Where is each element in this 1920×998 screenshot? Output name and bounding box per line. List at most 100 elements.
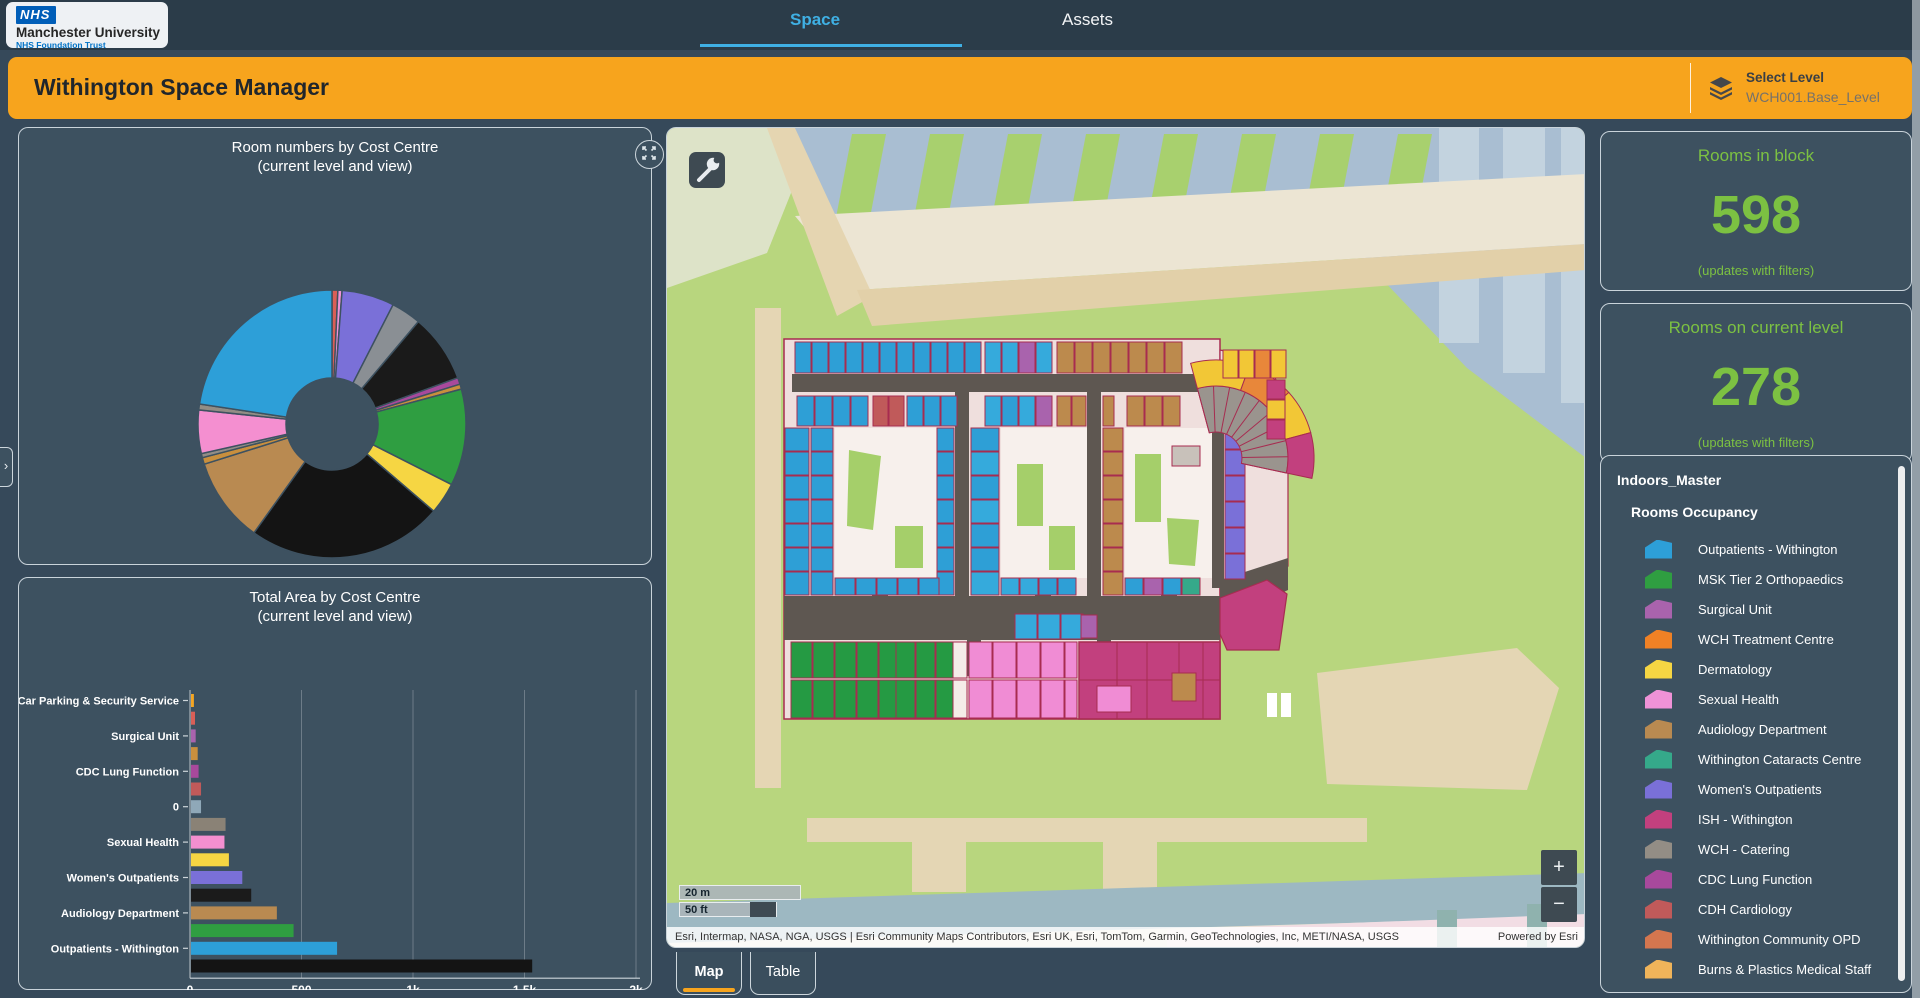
measurement-tool-button[interactable] [689, 152, 725, 188]
legend-swatch [1645, 570, 1672, 589]
legend-swatch [1645, 540, 1672, 559]
map-view[interactable]: 20 m 50 ft + − Esri, Intermap, NASA, NGA… [666, 127, 1585, 948]
legend-item[interactable]: Outpatients - Withington [1601, 534, 1891, 564]
legend-label: ISH - Withington [1698, 812, 1793, 827]
legend-label: Withington Cataracts Centre [1698, 752, 1861, 767]
map-attribution: Esri, Intermap, NASA, NGA, USGS | Esri C… [667, 927, 1585, 947]
legend-swatch [1645, 870, 1672, 889]
legend-label: Burns & Plastics Medical Staff [1698, 962, 1871, 977]
legend-label: CDC Lung Function [1698, 872, 1812, 887]
legend-label: Withington Community OPD [1698, 932, 1861, 947]
map-canvas[interactable] [667, 128, 1584, 948]
pie-chart-panel: Room numbers by Cost Centre (current lev… [18, 127, 652, 565]
svg-text:2k: 2k [629, 983, 643, 990]
divider [1690, 63, 1691, 113]
svg-text:Surgical Unit: Surgical Unit [111, 731, 179, 743]
legend-title: Indoors_Master [1617, 472, 1911, 488]
page-title: Withington Space Manager [34, 74, 329, 101]
svg-text:Audiology Department: Audiology Department [61, 908, 179, 920]
legend-items-list: Outpatients - Withington MSK Tier 2 Ortho… [1601, 534, 1891, 984]
legend-item[interactable]: Surgical Unit [1601, 594, 1891, 624]
svg-text:Women's Outpatients: Women's Outpatients [67, 873, 179, 885]
expand-panel-icon[interactable] [635, 140, 664, 169]
legend-swatch [1645, 930, 1672, 949]
attribution-text: Esri, Intermap, NASA, NGA, USGS | Esri C… [675, 927, 1399, 947]
legend-swatch [1645, 630, 1672, 649]
legend-swatch [1645, 660, 1672, 679]
legend-item[interactable]: ISH - Withington [1601, 804, 1891, 834]
nhs-trust-name: NHS Foundation Trust [16, 40, 168, 50]
pie-chart-title: Room numbers by Cost Centre [19, 138, 651, 157]
legend-item[interactable]: Women's Outpatients [1601, 774, 1891, 804]
tab-space[interactable]: Space [790, 10, 840, 30]
legend-swatch [1645, 810, 1672, 829]
map-zoom-controls: + − [1541, 850, 1577, 924]
legend-item[interactable]: CDH Cardiology [1601, 894, 1891, 924]
top-bar: NHS Manchester University NHS Foundation… [0, 0, 1920, 50]
wrench-icon [699, 157, 720, 180]
map-legend-panel: Indoors_Master Rooms Occupancy Outpatien… [1600, 455, 1912, 993]
pie-chart-subtitle: (current level and view) [19, 157, 651, 176]
legend-item[interactable]: Burns & Plastics Medical Staff [1601, 954, 1891, 984]
level-selector-label: Select Level [1746, 70, 1824, 85]
svg-text:Car Parking & Security Service: Car Parking & Security Service [19, 696, 179, 708]
legend-item[interactable]: Sexual Health [1601, 684, 1891, 714]
legend-swatch [1645, 900, 1672, 919]
legend-item[interactable]: MSK Tier 2 Orthopaedics [1601, 564, 1891, 594]
legend-item[interactable]: WCH Treatment Centre [1601, 624, 1891, 654]
legend-label: Audiology Department [1698, 722, 1827, 737]
legend-item[interactable]: Withington Cataracts Centre [1601, 744, 1891, 774]
app-banner: Withington Space Manager Select Level WC… [8, 57, 1912, 119]
legend-item[interactable]: Audiology Department [1601, 714, 1891, 744]
tab-map[interactable]: Map [676, 952, 742, 995]
legend-label: WCH Treatment Centre [1698, 632, 1834, 647]
tab-assets[interactable]: Assets [1062, 10, 1113, 30]
scale-imperial: 50 ft [685, 904, 708, 916]
legend-swatch [1645, 690, 1672, 709]
stat-title: Rooms in block [1698, 146, 1814, 166]
scale-metric: 20 m [685, 887, 710, 899]
legend-label: Outpatients - Withington [1698, 542, 1837, 557]
tab-table[interactable]: Table [750, 952, 816, 995]
legend-item[interactable]: Withington Community OPD [1601, 924, 1891, 954]
legend-label: Sexual Health [1698, 692, 1779, 707]
legend-item[interactable]: CDC Lung Function [1601, 864, 1891, 894]
legend-swatch [1645, 780, 1672, 799]
rooms-current-level-card: Rooms on current level 278 (updates with… [1600, 303, 1912, 463]
stat-value: 598 [1711, 188, 1801, 242]
stat-note: (updates with filters) [1698, 263, 1814, 278]
zoom-out-button[interactable]: − [1541, 887, 1577, 922]
bar-chart-title: Total Area by Cost Centre [19, 588, 651, 607]
legend-label: Dermatology [1698, 662, 1772, 677]
legend-swatch [1645, 750, 1672, 769]
nhs-icon: NHS [16, 6, 56, 24]
stat-value: 278 [1711, 360, 1801, 414]
page-scrollbar[interactable] [1912, 0, 1920, 998]
svg-text:1.5k: 1.5k [513, 983, 537, 990]
legend-item[interactable]: Dermatology [1601, 654, 1891, 684]
legend-label: WCH - Catering [1698, 842, 1790, 857]
rooms-in-block-card: Rooms in block 598 (updates with filters… [1600, 131, 1912, 291]
legend-swatch [1645, 960, 1672, 979]
legend-scrollbar[interactable] [1898, 466, 1905, 981]
legend-label: Surgical Unit [1698, 602, 1772, 617]
svg-text:0: 0 [173, 802, 179, 814]
legend-swatch [1645, 840, 1672, 859]
nhs-logo: NHS Manchester University NHS Foundation… [6, 2, 168, 48]
legend-item[interactable]: WCH - Catering [1601, 834, 1891, 864]
zoom-in-button[interactable]: + [1541, 850, 1577, 885]
active-tab-underline [700, 44, 962, 47]
legend-label: CDH Cardiology [1698, 902, 1792, 917]
svg-text:1k: 1k [406, 983, 420, 990]
stat-note: (updates with filters) [1698, 435, 1814, 450]
bar-chart-subtitle: (current level and view) [19, 607, 651, 626]
svg-text:0: 0 [187, 983, 194, 990]
legend-label: Women's Outpatients [1698, 782, 1822, 797]
level-selector-value[interactable]: WCH001.Base_Level [1746, 89, 1880, 105]
powered-by-esri: Powered by Esri [1498, 927, 1578, 947]
sidebar-collapse-toggle[interactable]: › [0, 447, 13, 487]
svg-text:500: 500 [291, 983, 311, 990]
map-scalebar: 20 m 50 ft [679, 885, 801, 919]
svg-text:CDC Lung Function: CDC Lung Function [76, 766, 180, 778]
legend-group-title: Rooms Occupancy [1631, 504, 1911, 520]
